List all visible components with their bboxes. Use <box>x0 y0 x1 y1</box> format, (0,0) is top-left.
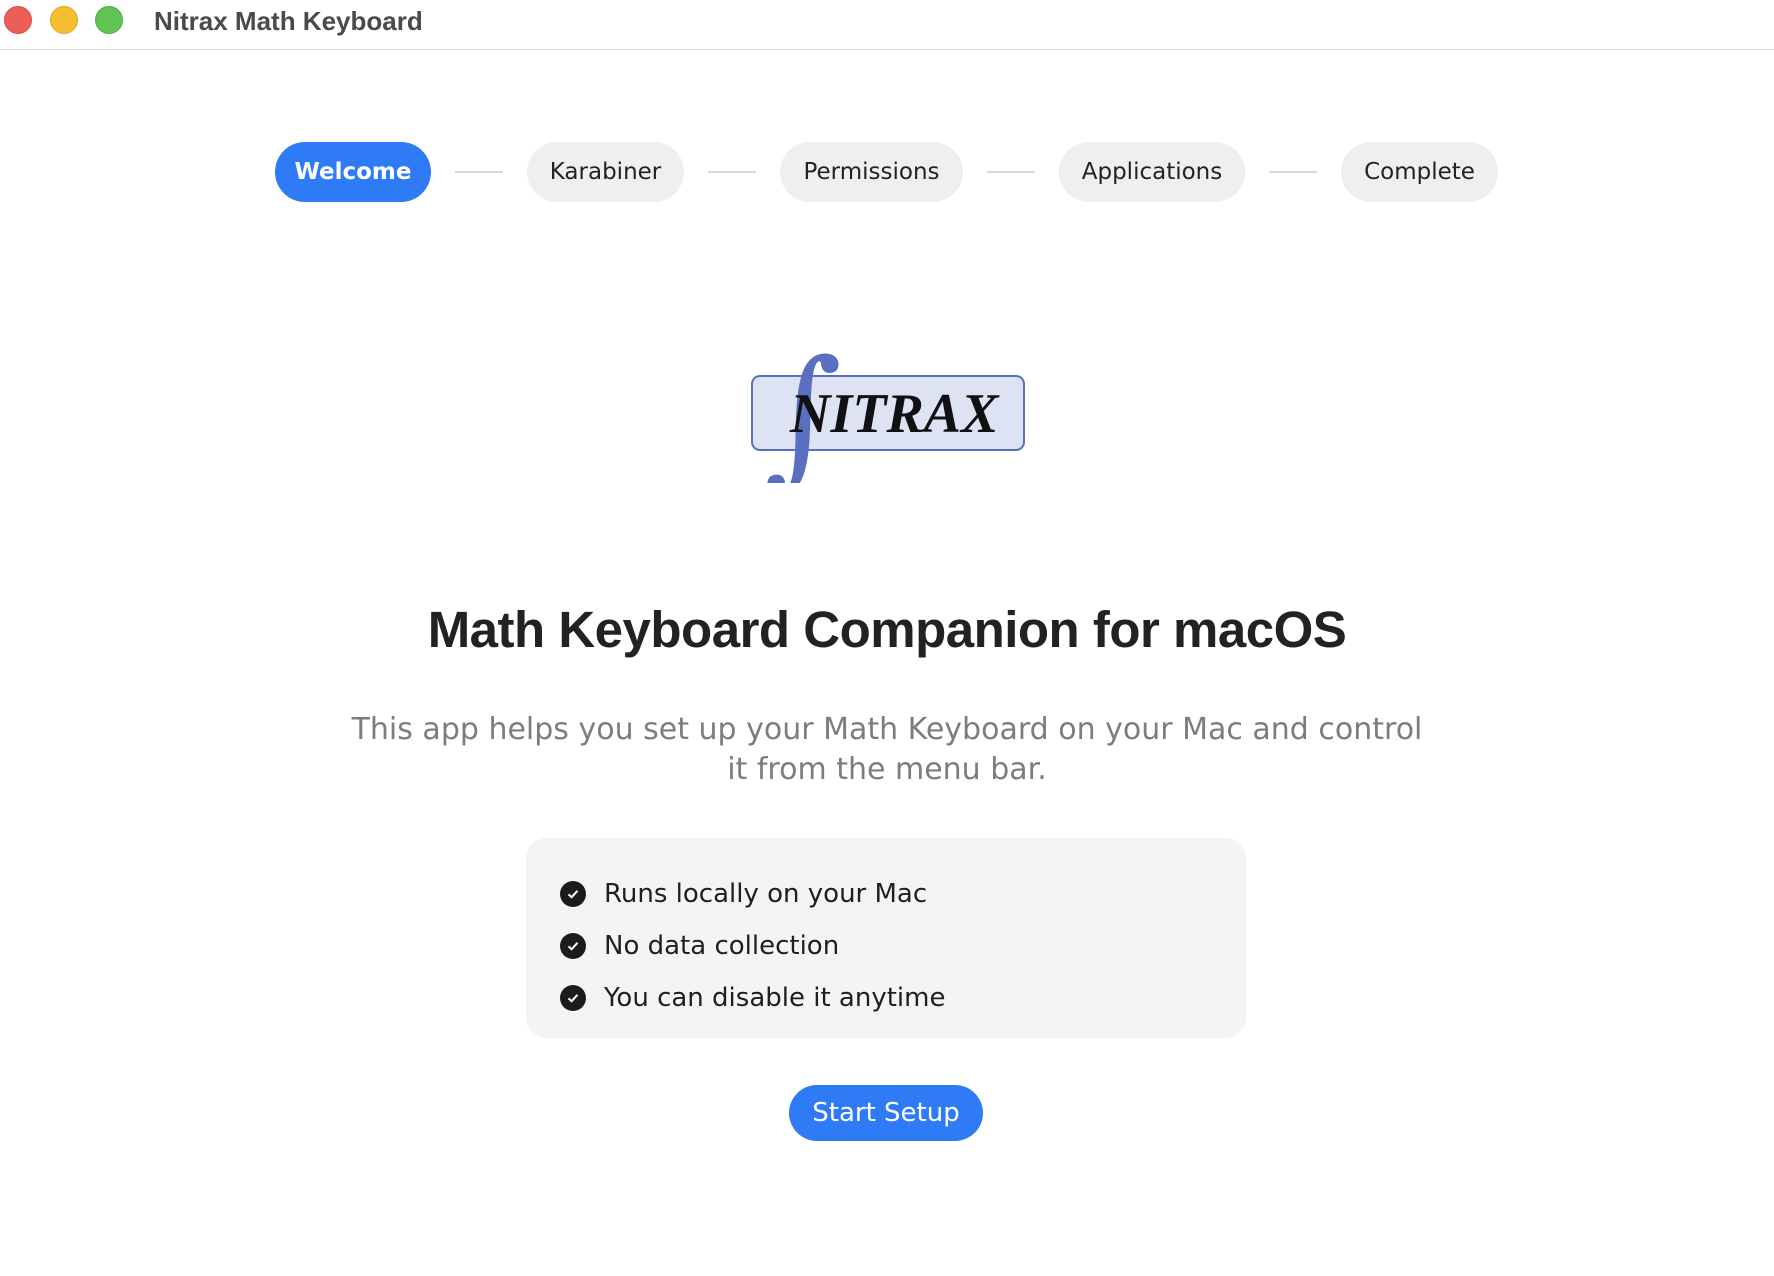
feature-label: No data collection <box>604 931 840 961</box>
step-connector <box>455 171 503 173</box>
feature-item: No data collection <box>560 920 1246 972</box>
step-permissions[interactable]: Permissions <box>780 142 963 202</box>
zoom-window-button[interactable] <box>95 6 123 34</box>
step-applications[interactable]: Applications <box>1059 142 1245 202</box>
feature-label: Runs locally on your Mac <box>604 879 928 909</box>
window-title: Nitrax Math Keyboard <box>154 6 423 36</box>
minimize-window-button[interactable] <box>50 6 78 34</box>
checkmark-circle-icon <box>560 881 586 907</box>
title-bar: Nitrax Math Keyboard <box>0 0 1774 50</box>
page-title: Math Keyboard Companion for macOS <box>427 601 1347 658</box>
features-panel: Runs locally on your Mac No data collect… <box>526 838 1246 1038</box>
checkmark-circle-icon <box>560 933 586 959</box>
setup-stepper: Welcome Karabiner Permissions Applicatio… <box>0 142 1774 202</box>
feature-item: Runs locally on your Mac <box>560 868 1246 920</box>
step-welcome[interactable]: Welcome <box>275 142 431 202</box>
close-window-button[interactable] <box>4 6 32 34</box>
logo-wordmark: NITRAX <box>789 383 1000 445</box>
feature-item: You can disable it anytime <box>560 972 1246 1024</box>
checkmark-circle-icon <box>560 985 586 1011</box>
step-connector <box>708 171 756 173</box>
feature-label: You can disable it anytime <box>604 983 946 1013</box>
page-subtitle: This app helps you set up your Math Keyb… <box>351 712 1423 787</box>
step-connector <box>987 171 1035 173</box>
step-complete[interactable]: Complete <box>1341 142 1498 202</box>
step-connector <box>1269 171 1317 173</box>
start-setup-button[interactable]: Start Setup <box>789 1085 983 1141</box>
nitrax-logo: ∫ NITRAX <box>751 343 1025 483</box>
step-karabiner[interactable]: Karabiner <box>527 142 684 202</box>
